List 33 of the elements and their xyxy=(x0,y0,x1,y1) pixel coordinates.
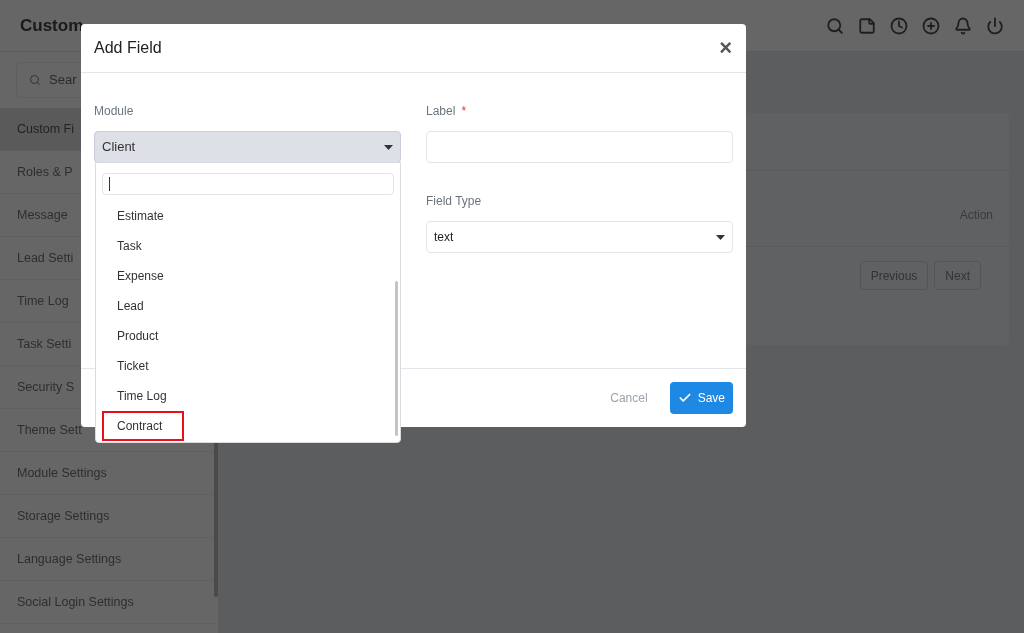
dropdown-option[interactable]: Expense xyxy=(102,261,184,291)
search-icon[interactable] xyxy=(826,16,844,35)
page-title: Custom xyxy=(20,14,84,37)
bell-icon[interactable] xyxy=(954,16,972,35)
clock-icon[interactable] xyxy=(890,16,908,35)
check-icon xyxy=(677,391,692,405)
text-cursor xyxy=(109,177,110,191)
note-icon[interactable] xyxy=(858,16,876,35)
close-button[interactable]: × xyxy=(719,37,732,59)
field-label: Module xyxy=(94,103,135,120)
module-select[interactable]: Client xyxy=(94,131,401,163)
dropdown-option[interactable]: Ticket xyxy=(102,351,184,381)
search-icon xyxy=(29,74,41,86)
dropdown-search-field[interactable] xyxy=(102,173,394,195)
dropdown-option[interactable]: Product xyxy=(102,321,184,351)
plus-circle-icon[interactable] xyxy=(922,16,940,35)
caret-icon xyxy=(716,234,725,240)
field-type-select[interactable]: text xyxy=(426,221,733,253)
dropdown-option[interactable]: Estimate xyxy=(102,201,184,231)
search-placeholder: Sear xyxy=(49,71,77,90)
dropdown-option[interactable]: Time Log xyxy=(102,381,184,411)
power-icon[interactable] xyxy=(986,16,1004,35)
field-label: Label xyxy=(426,103,456,120)
dropdown-option[interactable]: Contract xyxy=(102,411,184,441)
save-button[interactable]: Save xyxy=(669,382,733,414)
caret-icon xyxy=(384,144,393,150)
dropdown-option[interactable]: Task xyxy=(102,231,184,261)
dropdown-option[interactable]: Lead xyxy=(102,291,184,321)
dropdown-scrollbar[interactable] xyxy=(395,281,398,436)
label-input[interactable] xyxy=(426,131,733,163)
field-label: Field Type xyxy=(426,193,483,210)
required-mark: * xyxy=(461,103,467,120)
modal-title: Add Field xyxy=(94,38,162,58)
